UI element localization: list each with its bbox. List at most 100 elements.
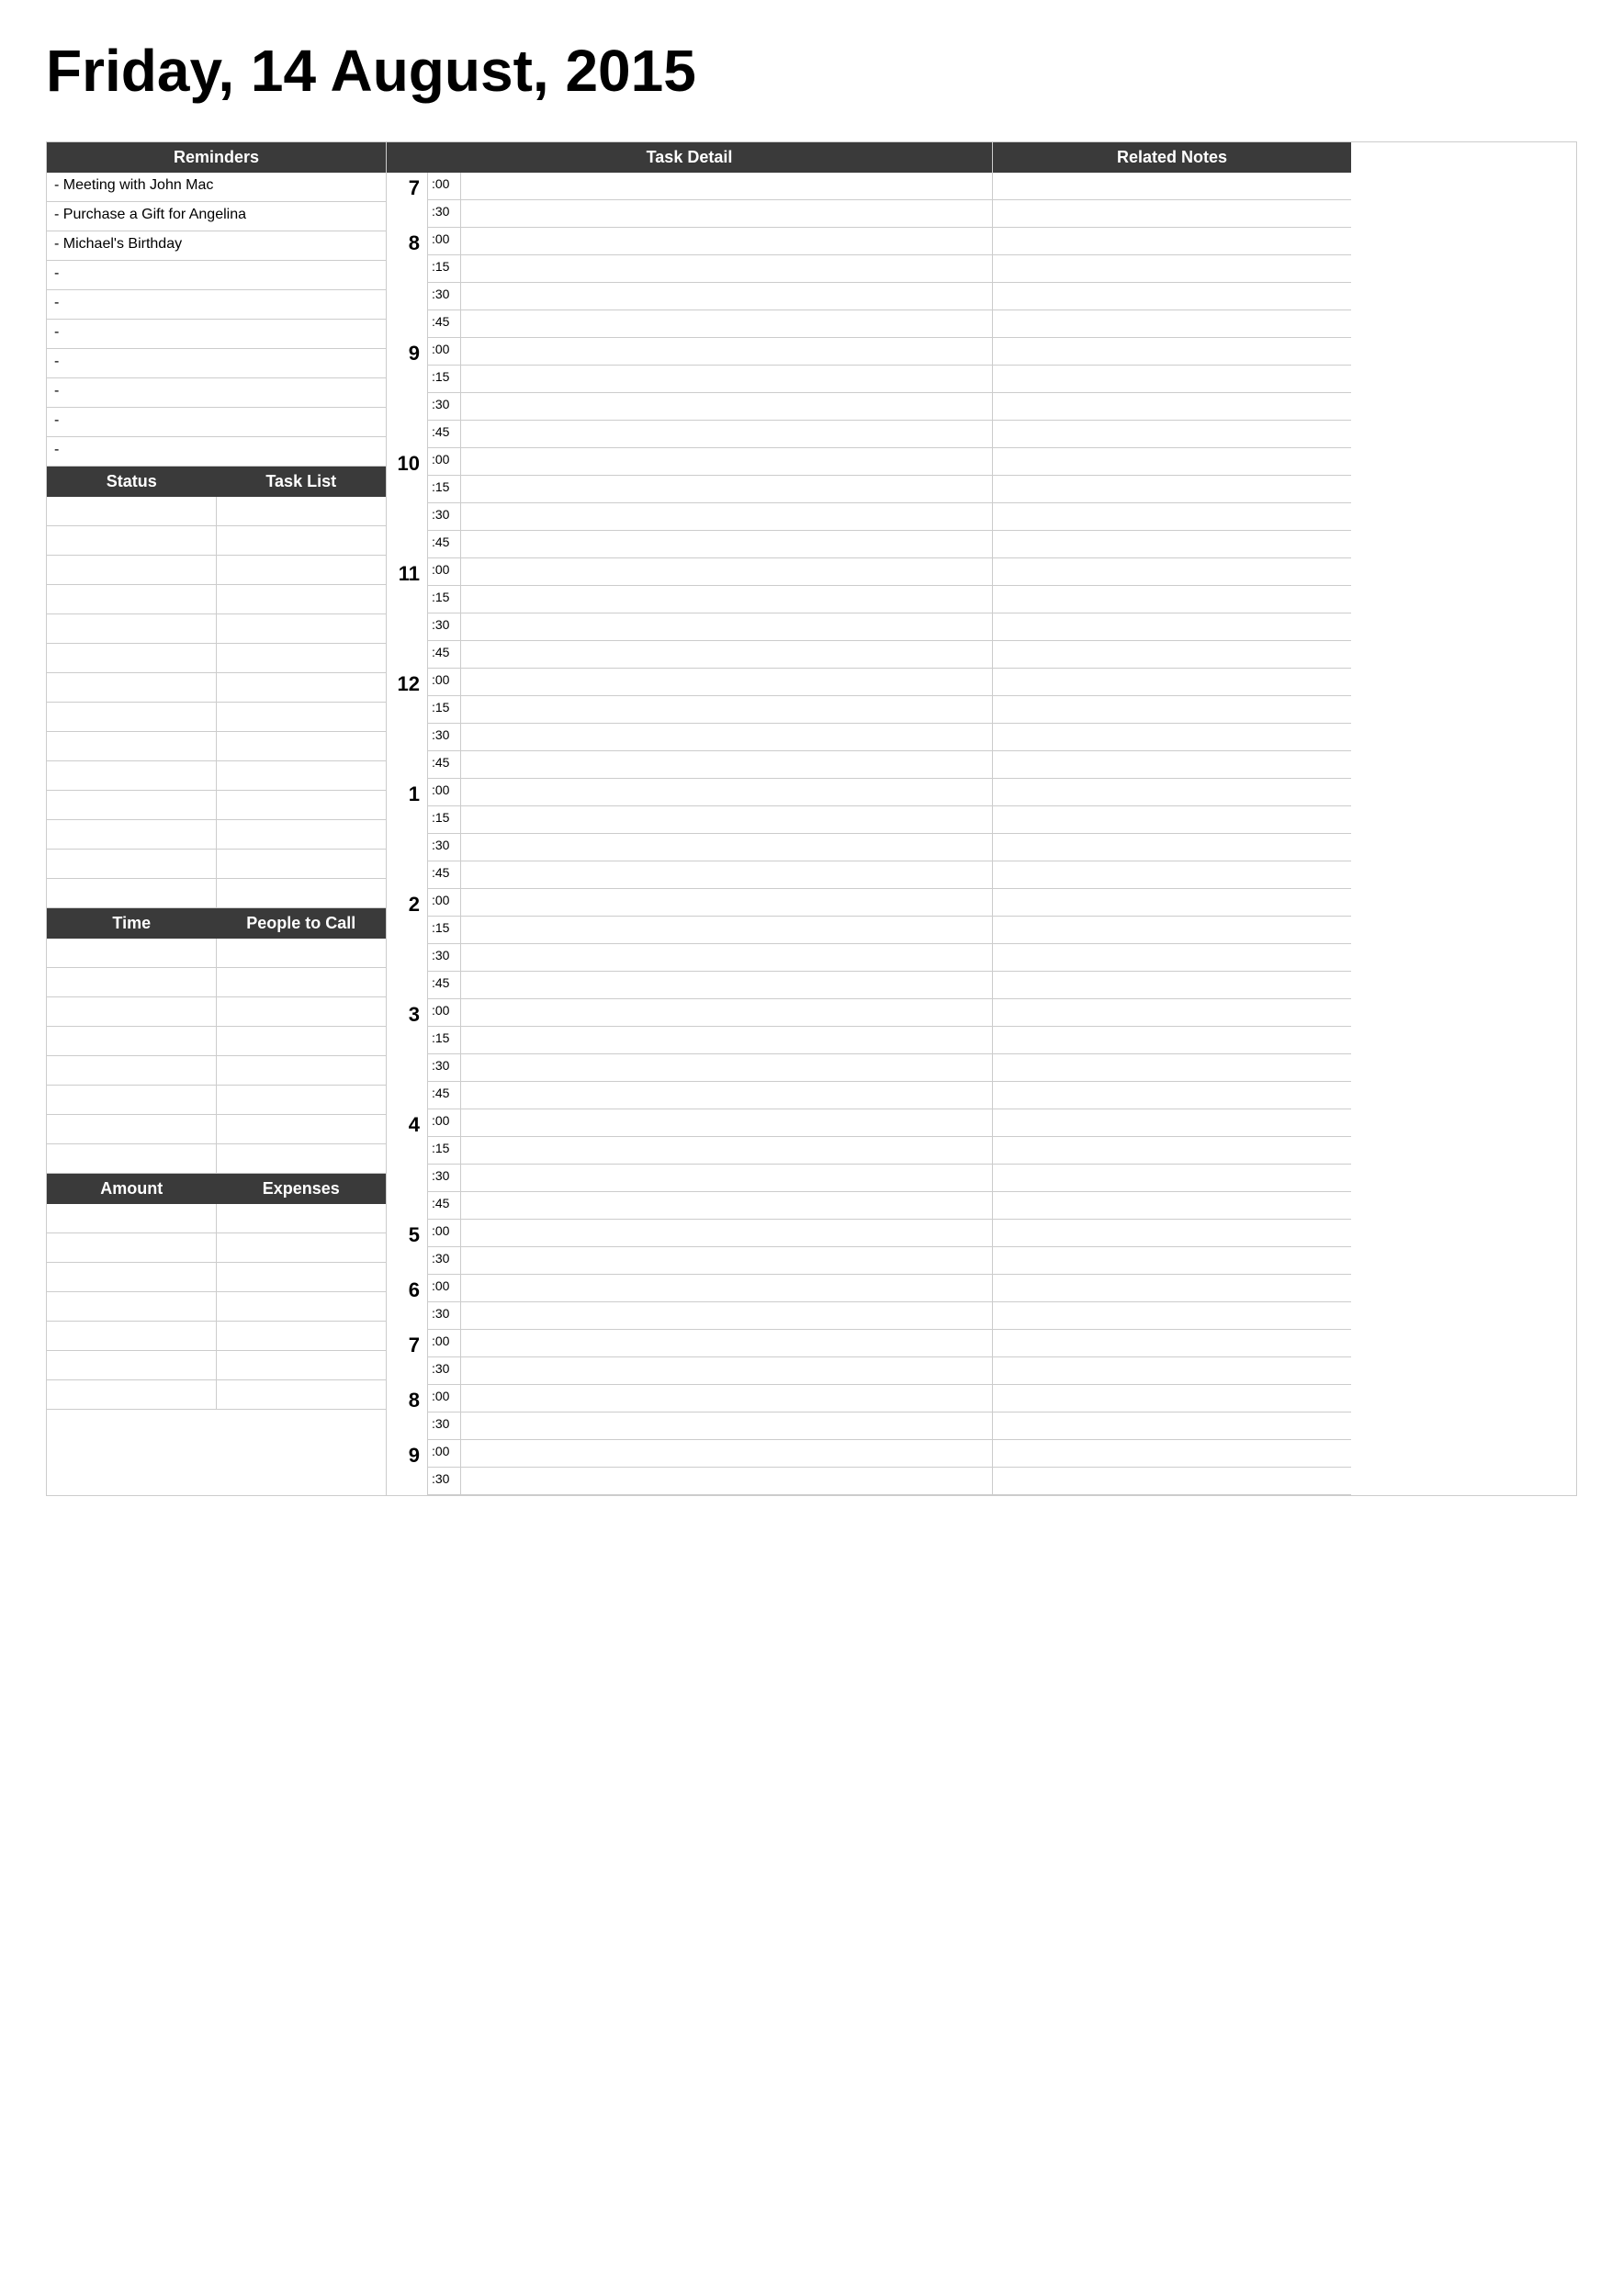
slot-content[interactable] xyxy=(461,448,992,475)
note-row[interactable] xyxy=(993,255,1351,283)
note-row[interactable] xyxy=(993,944,1351,972)
note-row[interactable] xyxy=(993,1027,1351,1054)
slot-content[interactable] xyxy=(461,834,992,861)
note-row[interactable] xyxy=(993,1165,1351,1192)
note-row[interactable] xyxy=(993,1192,1351,1220)
slot-content[interactable] xyxy=(461,1247,992,1274)
note-row[interactable] xyxy=(993,503,1351,531)
slot-content[interactable] xyxy=(461,283,992,310)
note-row[interactable] xyxy=(993,200,1351,228)
note-row[interactable] xyxy=(993,751,1351,779)
note-row[interactable] xyxy=(993,1220,1351,1247)
time-slot: :45 xyxy=(428,641,992,669)
slot-content[interactable] xyxy=(461,200,992,227)
slot-content[interactable] xyxy=(461,751,992,778)
slot-content[interactable] xyxy=(461,806,992,833)
slot-content[interactable] xyxy=(461,421,992,447)
note-row[interactable] xyxy=(993,1357,1351,1385)
slot-content[interactable] xyxy=(461,1302,992,1329)
note-row[interactable] xyxy=(993,283,1351,310)
slot-content[interactable] xyxy=(461,1137,992,1164)
slot-content[interactable] xyxy=(461,613,992,640)
note-row[interactable] xyxy=(993,310,1351,338)
slot-content[interactable] xyxy=(461,861,992,888)
slot-content[interactable] xyxy=(461,779,992,805)
slot-content[interactable] xyxy=(461,1385,992,1412)
slot-content[interactable] xyxy=(461,1440,992,1467)
slot-content[interactable] xyxy=(461,889,992,916)
note-row[interactable] xyxy=(993,999,1351,1027)
slot-content[interactable] xyxy=(461,669,992,695)
slot-content[interactable] xyxy=(461,310,992,337)
slot-content[interactable] xyxy=(461,944,992,971)
note-row[interactable] xyxy=(993,1385,1351,1412)
slot-content[interactable] xyxy=(461,917,992,943)
note-row[interactable] xyxy=(993,696,1351,724)
note-row[interactable] xyxy=(993,558,1351,586)
note-row[interactable] xyxy=(993,1137,1351,1165)
slot-content[interactable] xyxy=(461,641,992,668)
note-row[interactable] xyxy=(993,1247,1351,1275)
note-row[interactable] xyxy=(993,366,1351,393)
slot-content[interactable] xyxy=(461,972,992,998)
slot-content[interactable] xyxy=(461,1220,992,1246)
note-row[interactable] xyxy=(993,1440,1351,1468)
slot-content[interactable] xyxy=(461,1054,992,1081)
note-row[interactable] xyxy=(993,613,1351,641)
time-slots-group: :00:15:30:45 xyxy=(427,448,992,558)
slot-content[interactable] xyxy=(461,558,992,585)
note-row[interactable] xyxy=(993,779,1351,806)
slot-content[interactable] xyxy=(461,393,992,420)
note-row[interactable] xyxy=(993,834,1351,861)
note-row[interactable] xyxy=(993,1412,1351,1440)
note-row[interactable] xyxy=(993,724,1351,751)
note-row[interactable] xyxy=(993,393,1351,421)
slot-content[interactable] xyxy=(461,724,992,750)
slot-content[interactable] xyxy=(461,1468,992,1494)
slot-content[interactable] xyxy=(461,366,992,392)
slot-content[interactable] xyxy=(461,173,992,199)
note-row[interactable] xyxy=(993,806,1351,834)
note-row[interactable] xyxy=(993,1275,1351,1302)
note-row[interactable] xyxy=(993,448,1351,476)
note-row[interactable] xyxy=(993,972,1351,999)
slot-label: :30 xyxy=(428,1468,461,1494)
note-row[interactable] xyxy=(993,1109,1351,1137)
note-row[interactable] xyxy=(993,421,1351,448)
note-row[interactable] xyxy=(993,861,1351,889)
slot-content[interactable] xyxy=(461,1027,992,1053)
slot-content[interactable] xyxy=(461,696,992,723)
note-row[interactable] xyxy=(993,669,1351,696)
note-row[interactable] xyxy=(993,917,1351,944)
slot-content[interactable] xyxy=(461,586,992,613)
note-row[interactable] xyxy=(993,1054,1351,1082)
slot-content[interactable] xyxy=(461,999,992,1026)
note-row[interactable] xyxy=(993,338,1351,366)
note-row[interactable] xyxy=(993,586,1351,613)
slot-content[interactable] xyxy=(461,1082,992,1109)
slot-content[interactable] xyxy=(461,1275,992,1301)
note-row[interactable] xyxy=(993,641,1351,669)
slot-content[interactable] xyxy=(461,1330,992,1356)
slot-content[interactable] xyxy=(461,1109,992,1136)
note-row[interactable] xyxy=(993,173,1351,200)
note-row[interactable] xyxy=(993,531,1351,558)
time-slot: :15 xyxy=(428,917,992,944)
note-row[interactable] xyxy=(993,1082,1351,1109)
slot-content[interactable] xyxy=(461,503,992,530)
note-row[interactable] xyxy=(993,1330,1351,1357)
note-row[interactable] xyxy=(993,1468,1351,1495)
slot-content[interactable] xyxy=(461,1412,992,1439)
slot-content[interactable] xyxy=(461,338,992,365)
slot-content[interactable] xyxy=(461,255,992,282)
slot-content[interactable] xyxy=(461,1165,992,1191)
slot-content[interactable] xyxy=(461,228,992,254)
note-row[interactable] xyxy=(993,1302,1351,1330)
slot-content[interactable] xyxy=(461,476,992,502)
note-row[interactable] xyxy=(993,476,1351,503)
note-row[interactable] xyxy=(993,228,1351,255)
slot-content[interactable] xyxy=(461,1192,992,1219)
slot-content[interactable] xyxy=(461,531,992,557)
note-row[interactable] xyxy=(993,889,1351,917)
slot-content[interactable] xyxy=(461,1357,992,1384)
